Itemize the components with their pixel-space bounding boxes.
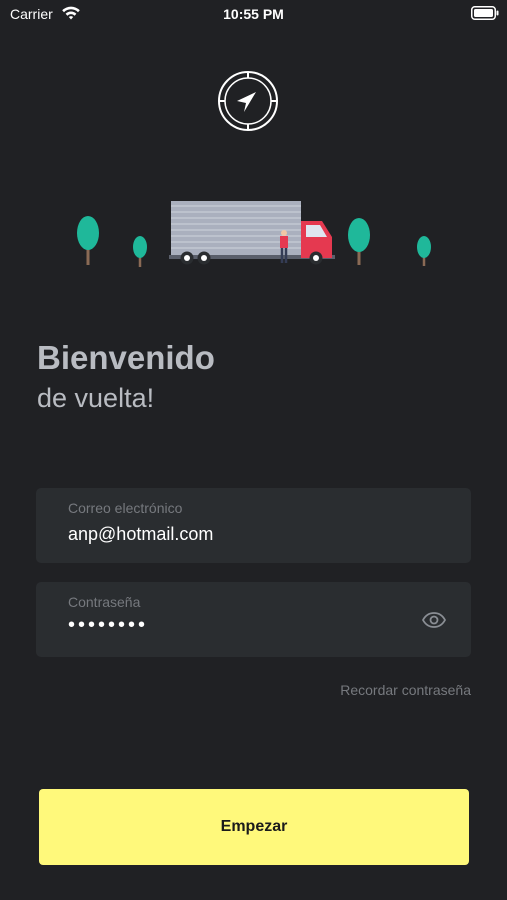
- welcome-subtitle: de vuelta!: [37, 383, 155, 413]
- battery-icon: [471, 6, 499, 20]
- email-field-label: Correo electrónico: [68, 500, 183, 516]
- email-field[interactable]: Correo electrónico anp@hotmail.com: [36, 488, 471, 563]
- eye-icon[interactable]: [422, 612, 446, 628]
- tree-icon: [417, 236, 431, 266]
- password-field-value[interactable]: ••••••••: [68, 614, 148, 637]
- email-field-value[interactable]: anp@hotmail.com: [68, 524, 213, 545]
- tree-icon: [77, 216, 99, 265]
- truck-icon: [169, 201, 335, 265]
- status-time: 10:55 PM: [223, 6, 284, 22]
- delivery-truck-illustration: [77, 201, 431, 267]
- start-button[interactable]: Empezar: [39, 789, 469, 865]
- password-field-label: Contraseña: [68, 594, 141, 610]
- tree-icon: [348, 218, 370, 265]
- tree-icon: [133, 236, 147, 267]
- welcome-title: Bienvenido: [37, 339, 215, 376]
- status-bar: Carrier 10:55 PM: [0, 0, 507, 30]
- remember-password-link[interactable]: Recordar contraseña: [340, 682, 471, 698]
- password-field[interactable]: Contraseña ••••••••: [36, 582, 471, 657]
- compass-navigation-icon: [218, 71, 278, 131]
